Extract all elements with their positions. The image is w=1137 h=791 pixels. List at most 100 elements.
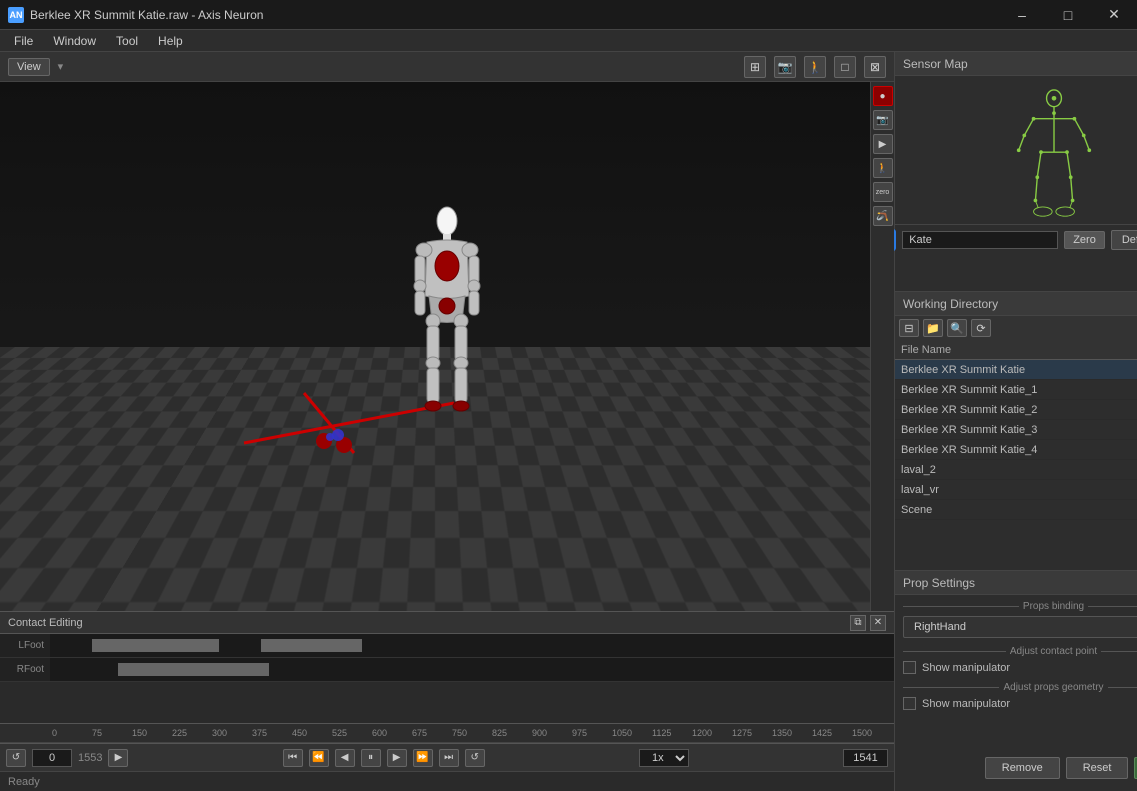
ruler-tick-900: 900 xyxy=(532,728,572,738)
viewport-3d[interactable]: ● 📷 ▶ 🚶 zero 🪃 xyxy=(0,82,894,611)
prop-settings-buttons: Remove Reset Apply xyxy=(903,751,1137,785)
grid2-icon[interactable]: ⊠ xyxy=(864,56,886,78)
view-chevron: ▾ xyxy=(58,60,64,73)
ce-close-button[interactable]: ✕ xyxy=(870,615,886,631)
ruler-tick-600: 600 xyxy=(372,728,412,738)
maximize-button[interactable]: □ xyxy=(1045,0,1091,30)
wd-refresh-button[interactable]: ⟳ xyxy=(971,319,991,337)
minimize-button[interactable]: – xyxy=(999,0,1045,30)
menu-help[interactable]: Help xyxy=(148,32,193,50)
next-frame-button[interactable]: ▶ xyxy=(108,749,128,767)
sensor-map-title: Sensor Map xyxy=(903,57,968,71)
table-row[interactable]: Berklee XR Summit Katie raw xyxy=(895,360,1137,380)
table-row[interactable]: laval_2 raw xyxy=(895,460,1137,480)
contact-editing-tracks: LFoot RFoot xyxy=(0,634,894,743)
title-bar-controls: – □ ✕ xyxy=(999,0,1137,30)
working-directory-header: Working Directory ⧉ ✕ xyxy=(895,292,1137,316)
total-frames-label: 1553 xyxy=(78,752,102,764)
prev-end-button[interactable]: ⏮ xyxy=(283,749,303,767)
file-name-cell: Berklee XR Summit Katie xyxy=(895,364,1137,376)
working-directory-table: Berklee XR Summit Katie raw Berklee XR S… xyxy=(895,360,1137,570)
menu-tool[interactable]: Tool xyxy=(106,32,148,50)
main-layout: View ▾ ⊞ 📷 🚶 □ ⊠ xyxy=(0,52,1137,791)
menu-window[interactable]: Window xyxy=(43,32,106,50)
timeline-ruler: 0 75 150 225 300 375 450 525 600 675 750… xyxy=(0,723,894,743)
remove-button[interactable]: Remove xyxy=(985,757,1060,779)
ruler-tick-0: 0 xyxy=(52,728,92,738)
current-frame-input[interactable] xyxy=(32,749,72,767)
file-name-cell: Berklee XR Summit Katie_3 xyxy=(895,424,1137,436)
actor-body-size-select[interactable]: Default body size Custom body size xyxy=(1111,230,1137,250)
frame-icon[interactable]: □ xyxy=(834,56,856,78)
play-button[interactable]: ▶ xyxy=(387,749,407,767)
reset-button[interactable]: Reset xyxy=(1066,757,1129,779)
adjust-geometry-section: Adjust props geometry Show manipulator xyxy=(903,682,1137,710)
ce-float-button[interactable]: ⧉ xyxy=(850,615,866,631)
prop-settings-panel: Prop Settings ⧉ ✕ Props binding RightHan… xyxy=(895,571,1137,791)
wd-filter-button[interactable]: ⊟ xyxy=(899,319,919,337)
figure-icon[interactable]: 🚶 xyxy=(804,56,826,78)
close-button[interactable]: ✕ xyxy=(1091,0,1137,30)
loop-button[interactable]: ↺ xyxy=(6,749,26,767)
next-end-button[interactable]: ⏭ xyxy=(439,749,459,767)
robot-figure xyxy=(397,206,497,436)
next-frame-fwd-button[interactable]: ⏩ xyxy=(413,749,433,767)
ruler-tick-225: 225 xyxy=(172,728,212,738)
wd-folder-button[interactable]: 📁 xyxy=(923,319,943,337)
menu-file[interactable]: File xyxy=(4,32,43,50)
ruler-tick-1500: 1500 xyxy=(852,728,892,738)
working-directory-toolbar: ⊟ 📁 🔍 ⟳ xyxy=(895,316,1137,340)
table-row[interactable]: Berklee XR Summit Katie_4 raw xyxy=(895,440,1137,460)
wd-search-button[interactable]: 🔍 xyxy=(947,319,967,337)
viewport-toolbar: View ▾ ⊞ 📷 🚶 □ ⊠ xyxy=(0,52,894,82)
sensor-map-panel: Sensor Map ⧉ ✕ xyxy=(895,52,1137,292)
contact-editing-controls: ⧉ ✕ xyxy=(850,615,886,631)
right-panel: Sensor Map ⧉ ✕ xyxy=(894,52,1137,791)
rfoot-track-content[interactable] xyxy=(50,658,894,681)
menu-bar: File Window Tool Help xyxy=(0,30,1137,52)
ruler-tick-525: 525 xyxy=(332,728,372,738)
ruler-tick-300: 300 xyxy=(212,728,252,738)
lfoot-track: LFoot xyxy=(0,634,894,658)
skeleton-svg xyxy=(999,89,1109,219)
adjust-contact-section: Adjust contact point Show manipulator xyxy=(903,646,1137,674)
contact-show-manipulator-checkbox[interactable] xyxy=(903,661,916,674)
ruler-tick-750: 750 xyxy=(452,728,492,738)
props-binding-row: RightHand LeftHand Head Hips xyxy=(903,616,1137,638)
camera-tool-button[interactable]: 📷 xyxy=(873,110,893,130)
end-frame-input[interactable] xyxy=(843,749,888,767)
table-row[interactable]: Berklee XR Summit Katie_2 raw xyxy=(895,400,1137,420)
lfoot-label: LFoot xyxy=(0,640,50,651)
ruler-tick-375: 375 xyxy=(252,728,292,738)
prev-frame-button[interactable]: ⏪ xyxy=(309,749,329,767)
table-row[interactable]: laval_vr raw xyxy=(895,480,1137,500)
prop-button[interactable]: 🪃 xyxy=(873,206,893,226)
grid-icon[interactable]: ⊞ xyxy=(744,56,766,78)
table-row[interactable]: Scene raw xyxy=(895,500,1137,520)
title-bar: AN Berklee XR Summit Katie.raw - Axis Ne… xyxy=(0,0,1137,30)
table-row[interactable]: Berklee XR Summit Katie_1 raw xyxy=(895,380,1137,400)
loop2-button[interactable]: ↺ xyxy=(465,749,485,767)
table-row[interactable]: Berklee XR Summit Katie_3 raw xyxy=(895,420,1137,440)
rfoot-track: RFoot xyxy=(0,658,894,682)
lfoot-track-content[interactable] xyxy=(50,634,894,657)
record-button[interactable]: ● xyxy=(873,86,893,106)
figure-tool-button[interactable]: 🚶 xyxy=(873,158,893,178)
ruler-tick-150: 150 xyxy=(132,728,172,738)
actor-zero-button[interactable]: Zero xyxy=(1064,231,1105,249)
file-name-cell: Berklee XR Summit Katie_2 xyxy=(895,404,1137,416)
stream-button[interactable]: ▶ xyxy=(873,134,893,154)
ruler-tick-1275: 1275 xyxy=(732,728,772,738)
speed-select[interactable]: 1x0.5x2x xyxy=(639,749,689,767)
view-button[interactable]: View xyxy=(8,58,50,76)
actor-name-input[interactable] xyxy=(902,231,1058,249)
play-back-button[interactable]: ◀ xyxy=(335,749,355,767)
file-name-cell: Scene xyxy=(895,504,1137,516)
skeleton-area xyxy=(994,84,1114,224)
ruler-tick-75: 75 xyxy=(92,728,132,738)
zero-button[interactable]: zero xyxy=(873,182,893,202)
camera-icon[interactable]: 📷 xyxy=(774,56,796,78)
pause-button[interactable]: ⏸ xyxy=(361,749,381,767)
props-binding-select[interactable]: RightHand LeftHand Head Hips xyxy=(903,616,1137,638)
geometry-show-manipulator-checkbox[interactable] xyxy=(903,697,916,710)
